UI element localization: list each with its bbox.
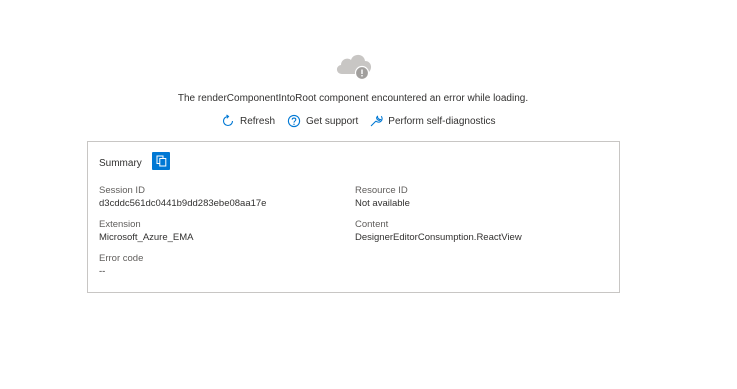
- help-circle-icon: [287, 114, 301, 128]
- content-value: DesignerEditorConsumption.ReactView: [355, 232, 522, 243]
- content-field: Content DesignerEditorConsumption.ReactV…: [355, 218, 522, 244]
- copy-icon: [156, 155, 166, 167]
- error-page: The renderComponentIntoRoot component en…: [0, 0, 737, 389]
- action-bar: Refresh Get support Perform self-diagnos…: [221, 114, 496, 128]
- extension-label: Extension: [99, 219, 141, 230]
- get-support-label: Get support: [306, 115, 359, 127]
- session-id-label: Session ID: [99, 185, 145, 196]
- resource-id-field: Resource ID Not available: [355, 184, 410, 210]
- self-diagnostics-label: Perform self-diagnostics: [388, 115, 496, 127]
- wrench-icon: [370, 115, 383, 127]
- error-code-value: --: [99, 266, 106, 277]
- session-id-value: d3cddc561dc0441b9dd283ebe08aa17e: [99, 198, 267, 209]
- error-code-label: Error code: [99, 253, 144, 264]
- extension-value: Microsoft_Azure_EMA: [99, 232, 194, 243]
- refresh-icon: [222, 114, 234, 127]
- refresh-button[interactable]: Refresh: [221, 114, 275, 128]
- error-message: The renderComponentIntoRoot component en…: [177, 93, 529, 104]
- refresh-label: Refresh: [240, 115, 276, 127]
- extension-field: Extension Microsoft_Azure_EMA: [99, 218, 194, 244]
- get-support-button[interactable]: Get support: [287, 114, 358, 128]
- error-code-field: Error code --: [99, 252, 143, 278]
- cloud-error-icon: [336, 54, 372, 80]
- content-label: Content: [355, 219, 389, 230]
- summary-title: Summary: [99, 158, 142, 169]
- copy-summary-button[interactable]: [152, 152, 170, 170]
- resource-id-label: Resource ID: [355, 185, 408, 196]
- session-id-field: Session ID d3cddc561dc0441b9dd283ebe08aa…: [99, 184, 266, 210]
- summary-panel: Summary Session ID d3cddc561dc0441b9dd28…: [87, 141, 620, 293]
- self-diagnostics-button[interactable]: Perform self-diagnostics: [369, 114, 496, 128]
- resource-id-value: Not available: [355, 198, 410, 209]
